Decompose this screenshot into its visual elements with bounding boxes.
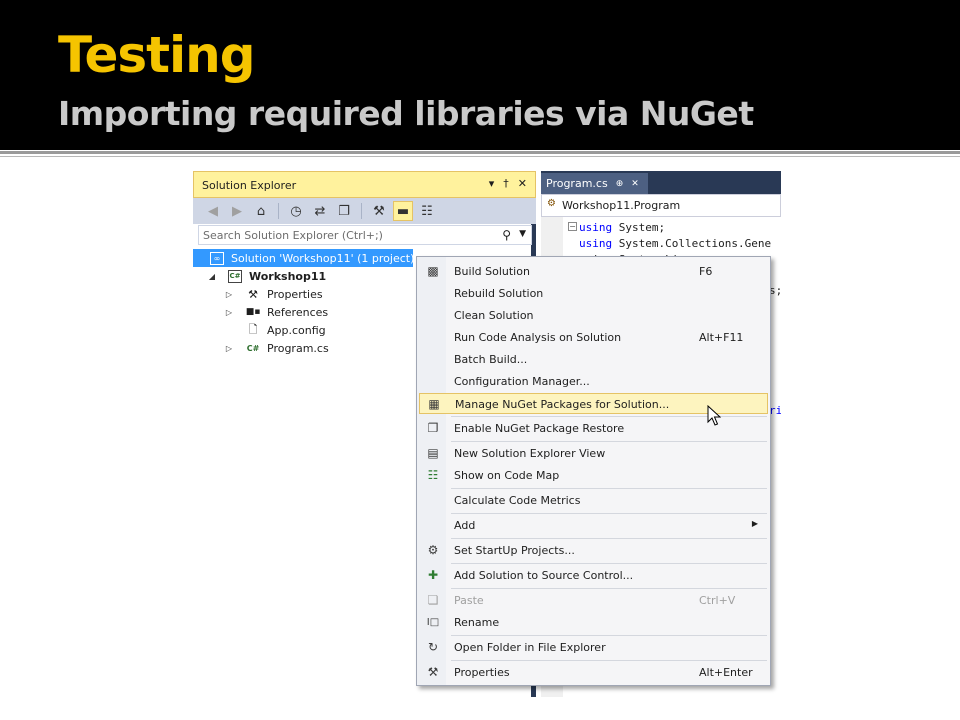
tree-item-solution[interactable]: ∞ Solution 'Workshop11' (1 project) [193, 249, 414, 267]
collapsed-arrow-icon[interactable]: ▷ [224, 344, 234, 353]
header-divider [0, 151, 960, 154]
menu-item-show-on-code-map[interactable]: ☷ Show on Code Map [419, 465, 768, 486]
solution-explorer-title: Solution Explorer [202, 179, 297, 192]
csharp-project-icon: C# [228, 269, 242, 283]
class-view-icon[interactable]: ☷ [417, 201, 437, 221]
tab-program-cs[interactable]: Program.cs ⊕ ✕ [541, 173, 648, 194]
code-map-icon: ☷ [427, 468, 439, 482]
menu-item-rename[interactable]: I□ Rename [419, 612, 768, 633]
new-view-icon: ▤ [427, 446, 439, 460]
nuget-icon: ▦ [428, 397, 440, 411]
menu-item-clean-solution[interactable]: Clean Solution [419, 305, 768, 326]
paste-icon: ❏ [427, 593, 439, 607]
menu-item-batch-build[interactable]: Batch Build... [419, 349, 768, 370]
collapse-all-icon[interactable]: ❐ [334, 201, 354, 221]
dropdown-arrow-icon[interactable]: ▾ [489, 177, 495, 190]
solution-explorer-titlebar: Solution Explorer ▾ † ✕ [193, 171, 536, 198]
pin-icon[interactable]: † [503, 177, 509, 190]
expanded-arrow-icon[interactable]: ◢ [207, 272, 217, 281]
submenu-arrow-icon: ▶ [751, 519, 758, 528]
build-icon: ▩ [427, 264, 439, 278]
header-divider-thin [0, 156, 960, 157]
chevron-down-icon[interactable]: ▼ [519, 229, 526, 239]
menu-item-add-to-source-control[interactable]: ✚ Add Solution to Source Control... [419, 565, 768, 586]
menu-item-open-folder-in-file-explorer[interactable]: ↻ Open Folder in File Explorer [419, 637, 768, 658]
package-restore-icon: ❐ [427, 421, 439, 435]
menu-item-paste[interactable]: ❏ Paste Ctrl+V [419, 590, 768, 611]
sync-icon[interactable]: ⇄ [310, 201, 330, 221]
menu-item-calculate-code-metrics[interactable]: Calculate Code Metrics [419, 490, 768, 511]
preview-icon[interactable]: ▬ [393, 201, 413, 221]
close-icon[interactable]: ✕ [631, 179, 639, 189]
home-icon[interactable]: ⌂ [251, 201, 271, 221]
slide-subtitle: Importing required libraries via NuGet [58, 94, 754, 133]
collapsed-arrow-icon[interactable]: ▷ [224, 290, 234, 299]
collapsed-arrow-icon[interactable]: ▷ [224, 308, 234, 317]
editor-navigation-bar[interactable]: ⚙ Workshop11.Program [541, 194, 781, 217]
menu-item-run-code-analysis[interactable]: Run Code Analysis on Solution Alt+F11 [419, 327, 768, 348]
slide-header: Testing Importing required libraries via… [0, 0, 960, 150]
menu-item-configuration-manager[interactable]: Configuration Manager... [419, 371, 768, 392]
menu-item-build-solution[interactable]: ▩ Build Solution F6 [419, 261, 768, 282]
menu-item-rebuild-solution[interactable]: Rebuild Solution [419, 283, 768, 304]
mouse-cursor-icon [707, 405, 721, 426]
history-icon[interactable]: ◷ [286, 201, 306, 221]
menu-item-new-solution-explorer-view[interactable]: ▤ New Solution Explorer View [419, 443, 768, 464]
menu-item-set-startup-projects[interactable]: ⚙ Set StartUp Projects... [419, 540, 768, 561]
collapse-region-icon[interactable]: − [568, 222, 577, 231]
back-icon[interactable]: ◀ [203, 201, 223, 221]
pin-icon[interactable]: ⊕ [616, 179, 624, 189]
menu-item-add[interactable]: Add ▶ [419, 515, 768, 536]
class-icon: ⚙ [547, 198, 556, 209]
slide-title: Testing [58, 26, 256, 84]
references-icon: ■▪ [245, 307, 261, 317]
config-file-icon: 🗋 [248, 322, 258, 336]
refresh-arrow-icon: ↻ [427, 640, 439, 654]
wrench-icon: ⚒ [248, 287, 258, 301]
solution-explorer-search-input[interactable]: Search Solution Explorer (Ctrl+;) ⚲ ▼ [198, 225, 532, 245]
source-control-icon: ✚ [427, 568, 439, 582]
csharp-file-icon: C# [246, 343, 260, 353]
search-icon[interactable]: ⚲ [502, 228, 511, 242]
solution-icon: ∞ [210, 251, 224, 265]
rename-icon: I□ [426, 617, 440, 628]
gear-icon: ⚙ [427, 543, 439, 557]
wrench-icon: ⚒ [427, 665, 439, 679]
forward-icon[interactable]: ▶ [227, 201, 247, 221]
solution-explorer-toolbar: ◀ ▶ ⌂ ◷ ⇄ ❐ ⚒ ▬ ☷ [193, 198, 536, 224]
editor-tab-strip: Program.cs ⊕ ✕ [541, 171, 781, 194]
wrench-icon[interactable]: ⚒ [369, 201, 389, 221]
close-icon[interactable]: ✕ [518, 177, 527, 190]
menu-item-properties[interactable]: ⚒ Properties Alt+Enter [419, 662, 768, 683]
solution-context-menu: ▩ Build Solution F6 Rebuild Solution Cle… [416, 256, 771, 686]
